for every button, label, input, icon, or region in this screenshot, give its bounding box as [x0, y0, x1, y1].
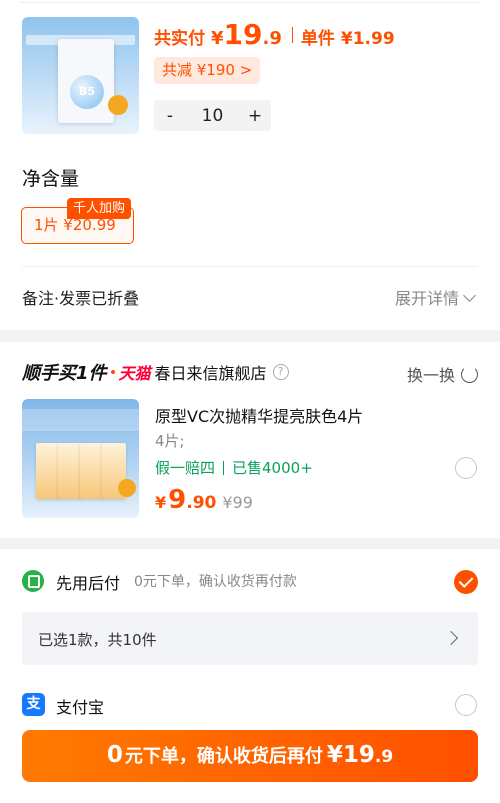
submit-zero: 0	[106, 742, 123, 768]
addon-product-spec: 4片;	[155, 432, 185, 450]
dot-separator	[110, 370, 115, 374]
section-divider	[22, 266, 478, 267]
notes-label: 备注·发票已折叠	[22, 289, 140, 308]
order-item-card: B5 共实付 ¥ 19 .9 单件 ¥1.99 共减 ¥190 > - 10 +…	[0, 0, 500, 330]
orange-decoration	[118, 479, 136, 497]
decrement-button[interactable]: -	[154, 106, 186, 126]
swap-label: 换一换	[406, 366, 455, 385]
addon-price-int: 9	[168, 485, 187, 515]
addon-product-title[interactable]: 原型VC次抛精华提亮肤色4片	[155, 403, 363, 427]
ampoule-pack	[80, 443, 104, 499]
total-currency: ¥	[211, 28, 224, 49]
pay-later-label[interactable]: 先用后付	[56, 570, 120, 594]
alipay-radio[interactable]	[455, 694, 477, 716]
tag-separator	[223, 460, 225, 475]
submit-amount: ¥19	[326, 742, 375, 768]
ampoule-pack	[58, 443, 82, 499]
selected-items-summary: 已选1款，共10件	[38, 631, 157, 649]
addon-price-dec: .90	[186, 493, 217, 513]
submit-amount-dec: .9	[374, 747, 394, 767]
alipay-label[interactable]: 支付宝	[56, 694, 104, 718]
image-band	[22, 409, 139, 431]
popular-badge: 千人加购	[67, 198, 132, 219]
addon-original-price: ¥99	[222, 493, 253, 512]
submit-order-button[interactable]: 0 元下单，确认收货后再付 ¥19 .9	[22, 730, 478, 782]
addon-product-image[interactable]	[22, 399, 139, 518]
addon-currency: ¥	[155, 493, 167, 512]
product-image[interactable]: B5	[22, 17, 139, 134]
addon-price: ¥ 9 .90 ¥99	[155, 485, 253, 515]
sold-count: 已售4000+	[232, 459, 313, 477]
store-name[interactable]: 春日来信旗舰店	[155, 360, 267, 384]
total-label: 共实付	[154, 29, 205, 49]
tmall-logo: 天猫	[118, 364, 151, 383]
pay-later-description: 0元下单，确认收货再付款	[134, 574, 297, 590]
increment-button[interactable]: +	[239, 106, 271, 126]
addon-brand-label: 顺手买1件	[22, 363, 107, 384]
quantity-value[interactable]: 10	[186, 106, 239, 126]
submit-text: 元下单，确认收货后再付	[124, 746, 323, 767]
expand-details-link[interactable]: 展开详情	[394, 285, 476, 309]
chevron-down-icon	[463, 288, 476, 302]
help-icon[interactable]: ?	[272, 364, 289, 380]
payment-card: 先用后付 0元下单，确认收货再付款 已选1款，共10件 支 支付宝 0 元下单，…	[0, 549, 500, 803]
unit-label: 单件	[300, 29, 335, 49]
pay-later-icon	[22, 570, 44, 592]
discount-tag[interactable]: 共减 ¥190 >	[154, 57, 261, 84]
addon-select-radio[interactable]	[455, 457, 477, 479]
price-separator	[291, 27, 293, 43]
unit-price: ¥1.99	[340, 29, 395, 49]
chevron-right-icon	[443, 630, 459, 646]
guarantee-tag: 假一赔四	[155, 459, 216, 477]
total-int: 19	[223, 18, 263, 51]
orange-decoration	[108, 95, 128, 115]
refresh-icon	[461, 365, 478, 383]
spec-section-title: 净含量	[22, 168, 80, 190]
addon-product-card: 顺手买1件 天猫 春日来信旗舰店 ? 换一换 原型VC次抛精华提亮肤色4片 4片…	[0, 342, 500, 538]
addon-product-tags: 假一赔四 已售4000+	[155, 457, 313, 478]
total-dec: .9	[262, 28, 282, 49]
product-bubble: B5	[70, 75, 104, 109]
selected-items-row[interactable]: 已选1款，共10件	[22, 612, 478, 665]
addon-header: 顺手买1件 天猫 春日来信旗舰店 ?	[22, 359, 289, 385]
quantity-stepper: - 10 +	[154, 100, 271, 131]
expand-details-label: 展开详情	[394, 289, 459, 308]
swap-button[interactable]: 换一换	[407, 362, 478, 386]
ampoule-pack	[36, 443, 60, 499]
top-divider	[20, 2, 480, 3]
pay-later-checked-icon[interactable]	[454, 570, 478, 594]
total-price-row: 共实付 ¥ 19 .9 单件 ¥1.99	[154, 18, 395, 52]
alipay-icon: 支	[22, 693, 45, 716]
